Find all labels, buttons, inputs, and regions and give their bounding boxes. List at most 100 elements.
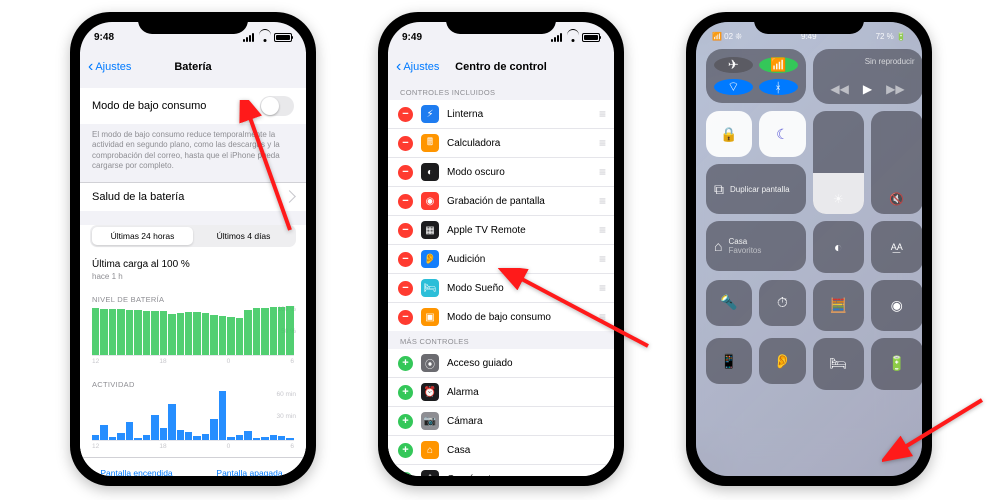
screen-off[interactable]: Pantalla apagada1 h y 0 min xyxy=(193,458,306,476)
segment-4d[interactable]: Últimos 4 días xyxy=(193,227,294,245)
brightness-slider[interactable]: ☀︎ xyxy=(813,111,865,214)
screen-on[interactable]: Pantalla encendida2 h y 24 min xyxy=(80,458,193,476)
bluetooth-toggle[interactable]: ᚼ xyxy=(759,79,798,95)
time-range-segment[interactable]: Últimas 24 horas Últimos 4 días xyxy=(90,225,296,247)
app-icon: ⌂ xyxy=(421,441,439,459)
prev-icon[interactable]: ◀◀ xyxy=(830,82,848,96)
battery-health-row[interactable]: Salud de la batería xyxy=(80,182,306,211)
control-label: Acceso guiado xyxy=(447,358,604,369)
control-row[interactable]: − ◉ Grabación de pantalla ≡ xyxy=(388,187,614,216)
airplane-toggle[interactable]: ✈︎ xyxy=(714,57,753,73)
remove-icon[interactable]: − xyxy=(398,107,413,122)
reorder-handle[interactable]: ≡ xyxy=(599,310,604,324)
screen-mirroring[interactable]: ⧉Duplicar pantalla xyxy=(706,164,806,214)
more-controls-header: MÁS CONTROLES xyxy=(388,331,614,349)
remove-icon[interactable]: − xyxy=(398,194,413,209)
low-power-mode-row[interactable]: Modo de bajo consumo xyxy=(80,88,306,124)
wifi-toggle[interactable]: ⌔ xyxy=(714,79,753,95)
calculator-tile[interactable]: 🧮 xyxy=(813,280,865,332)
mirror-icon: ⧉ xyxy=(714,181,724,198)
segment-24h[interactable]: Últimas 24 horas xyxy=(92,227,193,245)
timer-tile[interactable]: ⏱ xyxy=(759,280,805,326)
control-row[interactable]: + ⏱ Cronómetro xyxy=(388,465,614,476)
do-not-disturb[interactable]: ☾ xyxy=(759,111,805,157)
nav-title: Centro de control xyxy=(455,61,547,73)
control-label: Alarma xyxy=(447,387,604,398)
reorder-handle[interactable]: ≡ xyxy=(599,194,604,208)
control-row[interactable]: + ⌂ Casa xyxy=(388,436,614,465)
control-row[interactable]: − 👂 Audición ≡ xyxy=(388,245,614,274)
next-icon[interactable]: ▶▶ xyxy=(886,82,904,96)
remove-icon[interactable]: − xyxy=(398,165,413,180)
low-power-tile[interactable]: 🔋 xyxy=(871,338,922,390)
cellular-toggle[interactable]: 📶 xyxy=(759,57,798,73)
remove-icon[interactable]: − xyxy=(398,281,413,296)
control-row[interactable]: − ◐ Modo oscuro ≡ xyxy=(388,158,614,187)
add-icon[interactable]: + xyxy=(398,385,413,400)
activity-chart: 60 min30 min 121806 xyxy=(80,391,306,457)
control-row[interactable]: − ⚡︎ Linterna ≡ xyxy=(388,100,614,129)
chevron-left-icon: ‹ xyxy=(88,59,93,75)
control-label: Calculadora xyxy=(447,138,591,149)
reorder-handle[interactable]: ≡ xyxy=(599,252,604,266)
play-icon[interactable]: ▶ xyxy=(863,82,872,96)
notch xyxy=(754,12,864,34)
reorder-handle[interactable]: ≡ xyxy=(599,281,604,295)
app-icon: 🖩 xyxy=(421,134,439,152)
dark-mode-tile[interactable]: ◐ xyxy=(813,221,865,273)
nav-title: Batería xyxy=(174,61,211,73)
control-row[interactable]: − ▣ Modo de bajo consumo ≡ xyxy=(388,303,614,331)
text-size-tile[interactable]: A͟A xyxy=(871,221,922,273)
reorder-handle[interactable]: ≡ xyxy=(599,107,604,121)
tv-remote-tile[interactable]: 📱 xyxy=(706,338,752,384)
reorder-handle[interactable]: ≡ xyxy=(599,136,604,150)
control-row[interactable]: − 🛏 Modo Sueño ≡ xyxy=(388,274,614,303)
add-icon[interactable]: + xyxy=(398,414,413,429)
control-row[interactable]: − ▦ Apple TV Remote ≡ xyxy=(388,216,614,245)
app-icon: ⚡︎ xyxy=(421,105,439,123)
control-row[interactable]: − 🖩 Calculadora ≡ xyxy=(388,129,614,158)
reorder-handle[interactable]: ≡ xyxy=(599,223,604,237)
back-button[interactable]: ‹Ajustes xyxy=(396,59,439,75)
app-icon: 👂 xyxy=(421,250,439,268)
hearing-tile[interactable]: 👂 xyxy=(759,338,805,384)
notch xyxy=(446,12,556,34)
control-row[interactable]: + ⏰ Alarma xyxy=(388,378,614,407)
control-center[interactable]: 📶 02 ❊9:4972 % 🔋 ✈︎ 📶 ⌔ ᚼ Sin reproducir… xyxy=(696,22,922,476)
remove-icon[interactable]: − xyxy=(398,252,413,267)
low-power-description: El modo de bajo consumo reduce temporalm… xyxy=(80,124,306,182)
nav-bar: ‹Ajustes Centro de control xyxy=(388,52,614,82)
control-row[interactable]: + 📷 Cámara xyxy=(388,407,614,436)
phone-battery-settings: 9:48 ‹Ajustes Batería Modo de bajo consu… xyxy=(70,12,316,486)
low-power-toggle[interactable] xyxy=(260,96,294,116)
remove-icon[interactable]: − xyxy=(398,223,413,238)
flashlight-tile[interactable]: 🔦 xyxy=(706,280,752,326)
media-controls[interactable]: Sin reproducir ◀◀▶▶▶ xyxy=(813,49,923,104)
screen-time-tabs: Pantalla encendida2 h y 24 min Pantalla … xyxy=(80,457,306,476)
control-label: Apple TV Remote xyxy=(447,225,591,236)
notch xyxy=(138,12,248,34)
app-icon: ⦿ xyxy=(421,354,439,372)
remove-icon[interactable]: − xyxy=(398,310,413,325)
add-icon[interactable]: + xyxy=(398,356,413,371)
back-button[interactable]: ‹Ajustes xyxy=(88,59,131,75)
app-icon: ▦ xyxy=(421,221,439,239)
app-icon: ◉ xyxy=(421,192,439,210)
last-charge: Última carga al 100 % hace 1 h xyxy=(80,253,306,287)
screen-record-tile[interactable]: ◉ xyxy=(871,280,922,332)
volume-slider[interactable]: 🔇 xyxy=(871,111,922,214)
clock: 9:49 xyxy=(402,32,422,43)
reorder-handle[interactable]: ≡ xyxy=(599,165,604,179)
home-icon: ⌂ xyxy=(714,238,722,254)
home-tile[interactable]: ⌂CasaFavoritos xyxy=(706,221,806,271)
sleep-tile[interactable]: 🛏 xyxy=(813,338,865,390)
add-icon[interactable]: + xyxy=(398,443,413,458)
control-label: Casa xyxy=(447,445,604,456)
connectivity-group: ✈︎ 📶 ⌔ ᚼ xyxy=(706,49,806,103)
control-label: Linterna xyxy=(447,109,591,120)
app-icon: ▣ xyxy=(421,308,439,326)
remove-icon[interactable]: − xyxy=(398,136,413,151)
orientation-lock[interactable]: 🔒 xyxy=(706,111,752,157)
add-icon[interactable]: + xyxy=(398,472,413,477)
control-row[interactable]: + ⦿ Acceso guiado xyxy=(388,349,614,378)
